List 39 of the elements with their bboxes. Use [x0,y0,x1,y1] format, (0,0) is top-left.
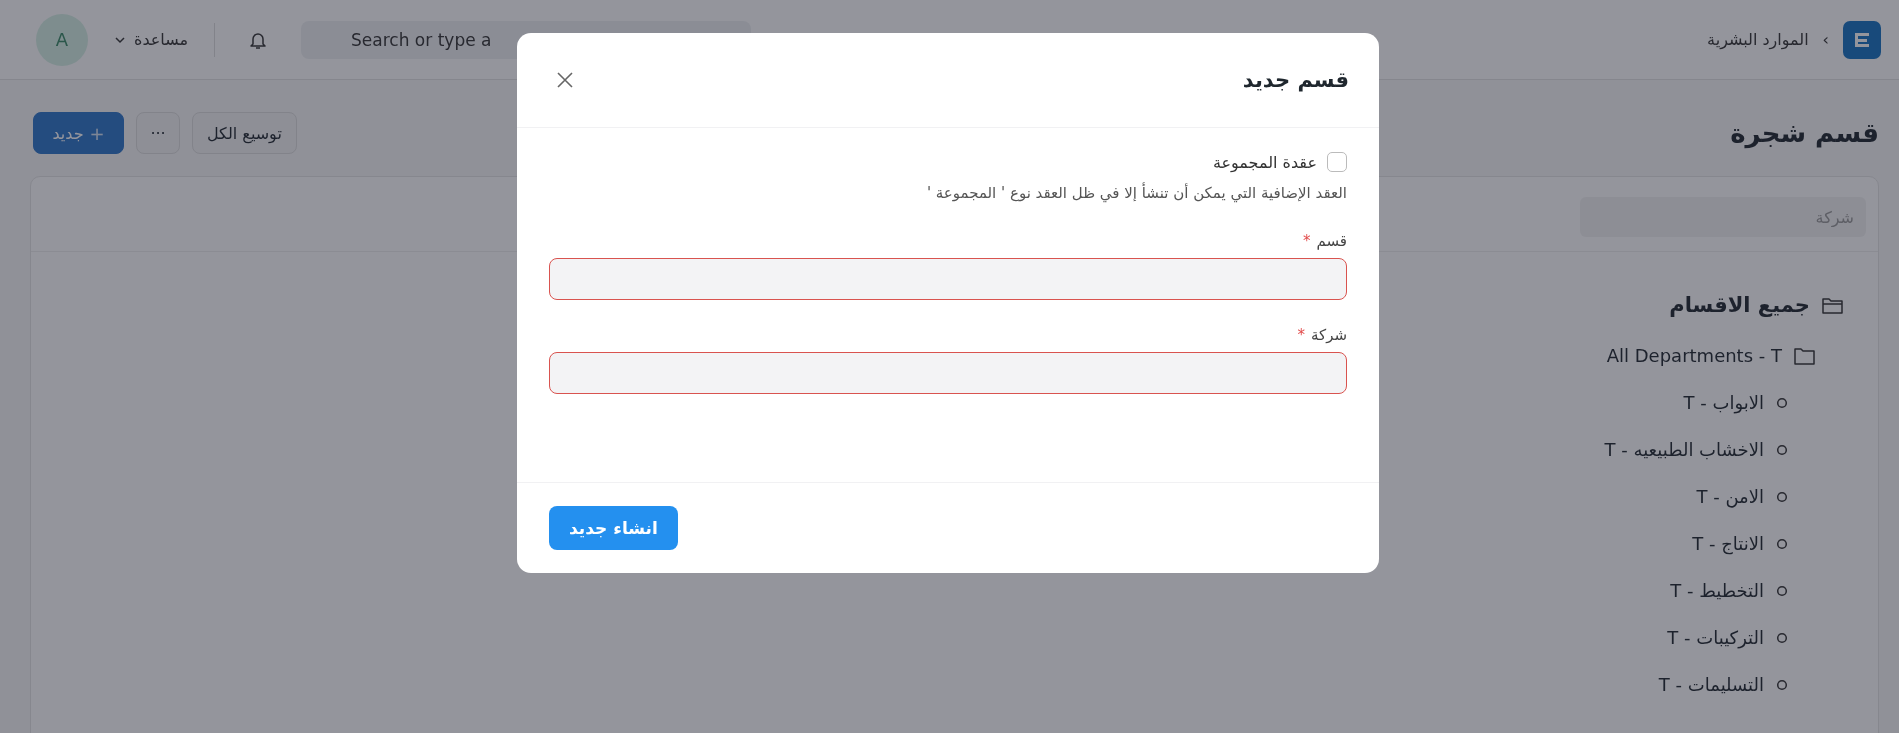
close-icon [557,72,573,88]
logo-icon [1853,30,1871,49]
field-label: شركة [1310,326,1347,344]
checkbox-label: عقدة المجموعة [1212,152,1317,172]
tree-node[interactable]: التركيبات - T [1667,614,1788,661]
more-button[interactable]: ··· [136,112,180,154]
breadcrumb-link[interactable]: الموارد البشرية [1707,30,1809,49]
help-text: العقد الإضافية التي يمكن أن تنشأ إلا في ظل العقد نوع ' المجموعة ' [925,184,1347,202]
tree-node[interactable]: التخطيط - T [1670,567,1788,614]
input-field[interactable] [549,352,1347,394]
new-button[interactable]: + جديد [33,112,124,154]
circle-icon [1776,396,1788,409]
tree-node[interactable]: التسليمات - T [1658,661,1788,708]
circle-icon [1776,631,1788,644]
circle-icon [1776,490,1788,503]
circle-icon [1776,678,1788,691]
input-field[interactable] [549,258,1347,300]
circle-icon [1776,443,1788,456]
field-label: قسم [1316,232,1347,250]
help-menu[interactable]: مساعدة [108,29,195,50]
breadcrumb-separator: › [1822,30,1829,49]
tree-node[interactable]: الانتاج - T [1692,520,1788,567]
folder-icon [1794,346,1816,365]
tree-node[interactable]: الاخشاب الطبيعيه - T [1604,426,1788,473]
circle-icon [1776,537,1788,550]
tree-node[interactable]: All Departments - T [1606,332,1816,379]
page-title: قسم شجرة [1730,118,1879,148]
create-button[interactable]: انشاء جديد [549,506,678,550]
required-mark: * [1302,232,1311,250]
required-mark: * [1297,326,1305,344]
app-logo[interactable] [1843,20,1881,59]
expand-all-button[interactable]: توسيع الكل [192,112,297,154]
tree-node[interactable]: الامن - T [1696,473,1788,520]
tree-node[interactable]: جميع الاقسام [1669,278,1844,332]
circle-icon [1776,584,1788,597]
tree-node[interactable]: الابواب - T [1683,379,1788,426]
dialog-title: قسم جديد [1242,68,1349,92]
folder-icon [1822,296,1844,314]
checkbox[interactable] [1327,152,1347,172]
